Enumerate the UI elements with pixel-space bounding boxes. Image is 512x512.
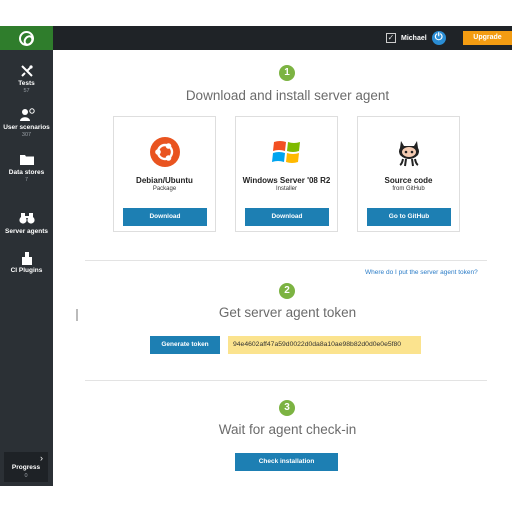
sidebar-item-count: 307 xyxy=(21,132,32,138)
power-icon[interactable]: ⏻ xyxy=(431,31,446,45)
divider xyxy=(85,380,487,381)
tests-icon xyxy=(0,64,53,78)
step-1-title: Download and install server agent xyxy=(185,88,390,103)
generate-token-button[interactable]: Generate token xyxy=(150,336,220,354)
download-card-debian: Debian/Ubuntu Package Download xyxy=(113,116,216,232)
progress-count: 0 xyxy=(24,473,28,479)
upgrade-button[interactable]: Upgrade xyxy=(463,31,512,45)
sidebar-item-count: 7 xyxy=(24,177,29,183)
binoculars-icon xyxy=(0,212,53,226)
ubuntu-icon xyxy=(150,137,180,167)
card-title: Debian/Ubuntu xyxy=(136,176,193,185)
step-1-badge: 1 xyxy=(279,65,295,81)
sidebar-item-label: User scenarios xyxy=(3,124,50,131)
folder-icon xyxy=(0,153,53,167)
token-help-link[interactable]: Where do I put the server agent token? xyxy=(365,269,478,276)
user-name: Michael xyxy=(401,34,427,42)
progress-panel[interactable]: › Progress 0 xyxy=(4,452,48,482)
step-2-title: Get server agent token xyxy=(218,305,357,320)
download-card-windows: Windows Server '08 R2 Installer Download xyxy=(235,116,338,232)
card-subtitle: Installer xyxy=(275,186,297,192)
github-octocat-icon xyxy=(394,137,424,167)
step-3-title: Wait for agent check-in xyxy=(218,422,357,437)
sidebar-item-user-scenarios[interactable]: User scenarios 307 xyxy=(0,108,53,138)
sidebar-item-tests[interactable]: Tests 57 xyxy=(0,64,53,94)
source-code-card: Source code from GitHub Go to GitHub xyxy=(357,116,460,232)
card-title: Source code xyxy=(384,176,433,185)
dropdown-checkbox-icon[interactable]: ✓ xyxy=(386,33,396,43)
card-subtitle: from GitHub xyxy=(392,186,425,192)
scroll-indicator[interactable] xyxy=(76,309,78,321)
sidebar-item-ci-plugins[interactable]: CI Plugins xyxy=(0,251,53,274)
download-debian-button[interactable]: Download xyxy=(123,208,207,226)
sidebar-item-data-stores[interactable]: Data stores 7 xyxy=(0,153,53,183)
chevron-right-icon[interactable]: › xyxy=(40,453,43,463)
sidebar-item-count: 57 xyxy=(23,88,30,94)
progress-label: Progress xyxy=(11,464,41,471)
plugin-icon xyxy=(0,251,53,265)
card-title: Windows Server '08 R2 xyxy=(242,176,331,185)
sidebar-item-label: CI Plugins xyxy=(10,267,43,274)
step-3-badge: 3 xyxy=(279,400,295,416)
user-scenarios-icon xyxy=(0,108,53,122)
token-field[interactable]: 94e4602aff47a59d0022d0da8a10ae98b82d0d0e… xyxy=(228,336,421,354)
app-window: ✓ Michael ⏻ Upgrade Tests 57 User scenar… xyxy=(0,26,512,486)
sidebar-item-label: Tests xyxy=(18,80,35,87)
logo-icon xyxy=(19,30,34,46)
sidebar-item-server-agents[interactable]: Server agents xyxy=(0,212,53,235)
top-bar: ✓ Michael ⏻ Upgrade xyxy=(0,26,512,50)
sidebar-item-label: Server agents xyxy=(5,228,48,235)
sidebar-item-label: Data stores xyxy=(8,169,45,176)
windows-icon xyxy=(272,137,302,167)
main-content: 1 Download and install server agent Debi… xyxy=(63,50,512,486)
go-to-github-button[interactable]: Go to GitHub xyxy=(367,208,451,226)
check-installation-button[interactable]: Check installation xyxy=(235,453,338,471)
sidebar: Tests 57 User scenarios 307 Data stores … xyxy=(0,50,53,486)
card-subtitle: Package xyxy=(152,186,177,192)
download-windows-button[interactable]: Download xyxy=(245,208,329,226)
divider xyxy=(85,260,487,261)
user-menu[interactable]: ✓ Michael ⏻ xyxy=(386,31,446,45)
step-2-badge: 2 xyxy=(279,283,295,299)
logo[interactable] xyxy=(0,26,53,50)
